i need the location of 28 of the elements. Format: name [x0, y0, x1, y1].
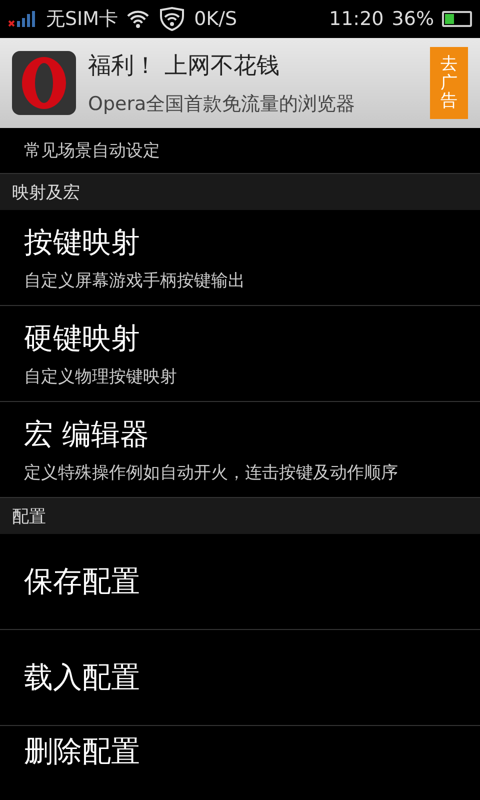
section-title: 映射及宏	[12, 182, 80, 204]
item-title: 按键映射	[24, 224, 141, 261]
battery-percent: 36%	[392, 8, 434, 30]
wifi-icon	[126, 9, 150, 29]
carrier-label: 无SIM卡	[46, 7, 118, 32]
list-item[interactable]: 硬键映射 自定义物理按键映射	[0, 306, 480, 402]
ad-title: 福利！ 上网不花钱	[88, 52, 280, 80]
list-item[interactable]: 按键映射 自定义屏幕游戏手柄按键输出	[0, 210, 480, 306]
ad-banner[interactable]: 福利！ 上网不花钱 Opera全国首款免流量的浏览器 去广告	[0, 38, 480, 128]
list-item[interactable]: 保存配置	[0, 534, 480, 630]
item-title: 宏 编辑器	[24, 416, 150, 453]
item-title: 载入配置	[24, 658, 141, 696]
section-title: 配置	[12, 506, 46, 528]
item-title: 硬键映射	[24, 320, 141, 357]
clock: 11:20	[329, 8, 384, 30]
item-title: 删除配置	[24, 733, 141, 770]
list-item[interactable]: 载入配置	[0, 630, 480, 726]
item-subtitle: 定义特殊操作例如自动开火，连击按键及动作顺序	[24, 462, 399, 484]
ad-subtitle: Opera全国首款免流量的浏览器	[88, 92, 356, 116]
shield-wifi-icon	[158, 7, 186, 31]
list-item[interactable]: 删除配置	[0, 726, 480, 778]
battery-icon	[442, 11, 472, 27]
item-subtitle: 自定义屏幕游戏手柄按键输出	[24, 270, 246, 292]
item-title: 保存配置	[24, 562, 141, 600]
item-subtitle: 自定义物理按键映射	[24, 366, 178, 388]
no-signal-icon	[8, 10, 38, 28]
network-speed: 0K/S	[194, 8, 238, 30]
item-subtitle: 常见场景自动设定	[24, 140, 160, 162]
